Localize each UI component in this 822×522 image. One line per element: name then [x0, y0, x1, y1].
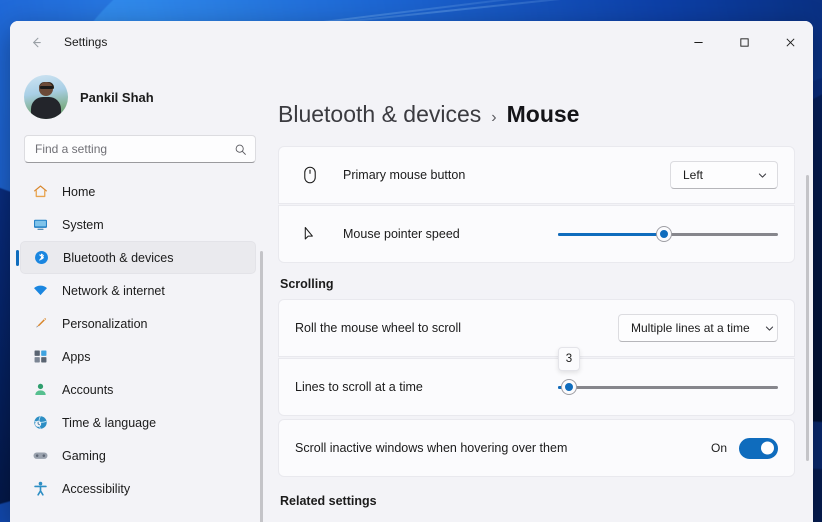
person-icon — [30, 380, 50, 400]
inactive-scroll-card: Scroll inactive windows when hovering ov… — [278, 419, 795, 477]
apps-grid-icon — [30, 347, 50, 367]
slider-fill — [558, 232, 664, 236]
pointer-speed-label: Mouse pointer speed — [343, 227, 460, 241]
related-settings-heading: Related settings — [280, 494, 377, 508]
slider-thumb[interactable] — [562, 380, 576, 394]
sidebar-item-label: Network & internet — [62, 283, 165, 298]
sidebar-item-accessibility[interactable]: Accessibility — [20, 472, 256, 505]
sidebar-item-label: Accessibility — [62, 481, 131, 496]
desktop-wallpaper: Settings Pankil Shah Find a setting Home… — [0, 0, 822, 522]
wheel-scroll-dropdown[interactable]: Multiple lines at a time — [618, 314, 778, 342]
sidebar-nav: Home System Bluetooth & devices Network … — [10, 175, 268, 522]
chevron-down-icon — [757, 170, 768, 181]
avatar — [24, 75, 68, 119]
breadcrumb-separator-icon: › — [491, 109, 497, 126]
pointer-speed-card: Mouse pointer speed — [278, 205, 795, 263]
sidebar-item-bluetooth-devices[interactable]: Bluetooth & devices — [20, 241, 256, 274]
wheel-scroll-label: Roll the mouse wheel to scroll — [295, 321, 462, 335]
maximize-icon — [739, 37, 749, 47]
primary-mouse-button-dropdown[interactable]: Left — [670, 161, 778, 189]
breadcrumb-parent[interactable]: Bluetooth & devices — [278, 101, 481, 128]
wheel-scroll-card: Roll the mouse wheel to scroll Multiple … — [278, 299, 795, 357]
sidebar-scrollbar[interactable] — [260, 251, 263, 522]
bluetooth-icon — [31, 248, 51, 268]
lines-to-scroll-slider[interactable]: 3 — [558, 347, 778, 397]
avatar-torso — [31, 97, 61, 119]
accessibility-person-icon — [30, 479, 50, 499]
lines-to-scroll-label: Lines to scroll at a time — [295, 380, 423, 394]
profile-name: Pankil Shah — [80, 89, 154, 105]
back-button[interactable] — [20, 26, 52, 58]
page-title: Mouse — [506, 101, 580, 127]
search-icon — [234, 143, 247, 156]
wheel-scroll-row: Roll the mouse wheel to scroll Multiple … — [279, 300, 794, 356]
pointer-speed-row: Mouse pointer speed — [279, 206, 794, 262]
inactive-scroll-toggle[interactable] — [739, 437, 778, 459]
avatar-head — [39, 82, 53, 97]
close-icon — [786, 38, 794, 46]
system-display-icon — [30, 215, 50, 235]
sidebar-item-label: System — [62, 217, 104, 232]
window-titlebar: Settings — [10, 21, 813, 63]
sidebar-item-system[interactable]: System — [20, 208, 256, 241]
lines-to-scroll-row: Lines to scroll at a time 3 — [279, 347, 794, 415]
scrolling-section-heading: Scrolling — [280, 277, 334, 291]
inactive-scroll-label: Scroll inactive windows when hovering ov… — [295, 441, 568, 455]
paintbrush-icon — [30, 314, 50, 334]
slider-value-tooltip: 3 — [558, 347, 580, 371]
sidebar-item-home[interactable]: Home — [20, 175, 256, 208]
back-arrow-icon — [32, 37, 41, 47]
sidebar: Pankil Shah Find a setting Home System B… — [10, 63, 268, 522]
sidebar-item-label: Home — [62, 184, 96, 199]
sidebar-item-label: Time & language — [62, 415, 157, 430]
breadcrumb: Bluetooth & devices › Mouse — [278, 63, 795, 146]
sidebar-item-time-language[interactable]: Time & language — [20, 406, 256, 439]
lines-to-scroll-card: Lines to scroll at a time 3 — [278, 347, 795, 416]
sidebar-item-label: Accounts — [62, 382, 114, 397]
window-controls — [675, 21, 813, 63]
content-scrollbar[interactable] — [806, 175, 809, 461]
main-content: Bluetooth & devices › Mouse Primary mous… — [268, 63, 813, 522]
user-profile[interactable]: Pankil Shah — [10, 63, 268, 129]
sidebar-item-personalization[interactable]: Personalization — [20, 307, 256, 340]
minimize-button[interactable] — [675, 21, 721, 63]
avatar-glasses — [39, 86, 53, 90]
sidebar-item-apps[interactable]: Apps — [20, 340, 256, 373]
toggle-knob — [761, 441, 774, 455]
sidebar-item-accounts[interactable]: Accounts — [20, 373, 256, 406]
search-box[interactable] — [24, 135, 256, 163]
toggle-state-label: On — [710, 441, 727, 455]
cursor-arrow-icon — [299, 223, 321, 245]
primary-mouse-button-label: Primary mouse button — [343, 168, 466, 182]
window-body: Pankil Shah Find a setting Home System B… — [10, 63, 813, 522]
pointer-speed-slider[interactable] — [558, 224, 778, 244]
slider-thumb[interactable] — [656, 227, 671, 241]
sidebar-item-label: Personalization — [62, 316, 148, 331]
sidebar-item-gaming[interactable]: Gaming — [20, 439, 256, 472]
close-button[interactable] — [767, 21, 813, 63]
inactive-scroll-toggle-wrap[interactable]: On — [710, 437, 778, 459]
window-title: Settings — [64, 35, 108, 49]
slider-track — [558, 385, 778, 389]
maximize-button[interactable] — [721, 21, 767, 63]
primary-mouse-button-card: Primary mouse button Left — [278, 146, 795, 204]
sidebar-item-label: Gaming — [62, 448, 106, 463]
gamepad-icon — [30, 446, 50, 466]
primary-mouse-button-row: Primary mouse button Left — [279, 147, 794, 203]
sidebar-item-label: Apps — [62, 349, 91, 364]
home-icon — [30, 182, 50, 202]
chevron-down-icon — [764, 323, 775, 334]
settings-window: Settings Pankil Shah Find a setting Home… — [10, 21, 813, 522]
mouse-icon — [299, 164, 321, 186]
clock-globe-icon — [30, 413, 50, 433]
dropdown-value: Multiple lines at a time — [631, 321, 750, 335]
search-input[interactable] — [35, 142, 234, 156]
dropdown-value: Left — [683, 168, 704, 182]
sidebar-item-label: Bluetooth & devices — [63, 250, 174, 265]
wifi-icon — [30, 281, 50, 301]
sidebar-item-network-internet[interactable]: Network & internet — [20, 274, 256, 307]
minimize-icon — [693, 41, 703, 43]
inactive-scroll-row: Scroll inactive windows when hovering ov… — [279, 420, 794, 476]
